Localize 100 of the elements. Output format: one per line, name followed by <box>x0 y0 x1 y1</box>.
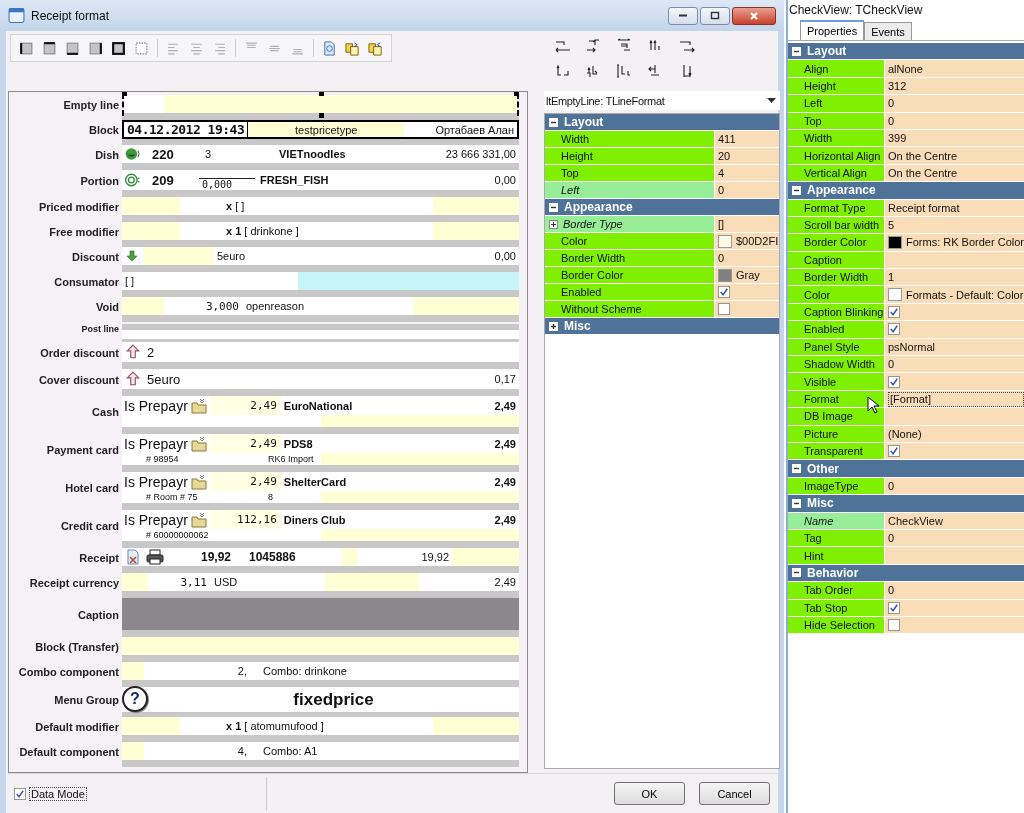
checkbox[interactable] <box>888 323 900 336</box>
property-name: Width <box>803 132 833 145</box>
inspector-tab[interactable]: Events <box>864 22 912 40</box>
line-label: Receipt currency <box>28 576 119 591</box>
section-header[interactable]: Layout <box>788 43 1024 61</box>
property-value-cell[interactable] <box>885 373 1024 390</box>
maximize-button[interactable] <box>700 6 730 25</box>
property-value-cell[interactable]: Forms: RK Border Color <box>885 234 1024 251</box>
object-dropdown[interactable]: ltEmptyLine: TLineFormat <box>544 91 780 110</box>
border-style-icon[interactable] <box>86 40 105 56</box>
window-icon <box>8 7 25 24</box>
paste-icon[interactable] <box>366 40 385 56</box>
property-value-cell[interactable] <box>715 284 779 300</box>
property-name: Hide Selection <box>803 619 875 632</box>
inspector-tab[interactable]: Properties <box>800 20 865 40</box>
property-value: $00D2FI <box>736 235 779 247</box>
property-value: 399 <box>888 132 907 145</box>
section-header[interactable]: Appearance <box>545 199 779 216</box>
property-value-cell[interactable]: 0 <box>715 250 779 266</box>
section-header[interactable]: Layout <box>545 114 779 131</box>
checkbox[interactable] <box>888 619 900 632</box>
expand-icon <box>549 321 558 331</box>
property-value-cell[interactable]: $00D2FI <box>715 233 779 249</box>
property-value-cell[interactable]: 20 <box>715 148 779 164</box>
property-name: Tab Order <box>803 584 853 597</box>
property-name: DB Image <box>803 410 853 423</box>
property-name: Vertical Align <box>803 166 867 179</box>
border-style-icon[interactable] <box>109 40 128 56</box>
checkbox[interactable] <box>888 601 900 614</box>
item-name: VIETnoodles <box>278 147 347 162</box>
property-value-cell[interactable]: 411 <box>715 131 779 147</box>
dialog-button[interactable]: Cancel <box>699 782 770 805</box>
line-sum: 0,17 <box>493 372 517 387</box>
property-value-cell[interactable]: On the Centre <box>885 147 1024 164</box>
payment-amount: 2,49 <box>209 434 281 453</box>
property-value: psNormal <box>888 340 936 353</box>
line-sum: 0,00 <box>493 173 517 188</box>
property-name: Align <box>803 62 829 75</box>
checkbox[interactable] <box>888 445 900 458</box>
property-value: On the Centre <box>888 166 958 179</box>
prepay-label: Is Prepayr <box>123 434 188 453</box>
border-style-icon[interactable] <box>63 40 82 56</box>
property-value-cell[interactable]: [] <box>715 216 779 232</box>
property-value-cell[interactable] <box>885 321 1024 338</box>
prepay-label: Is Prepayr <box>123 472 188 491</box>
border-style-icon[interactable] <box>40 40 59 56</box>
paste-icon[interactable] <box>343 40 362 56</box>
property-value: (None) <box>888 427 922 440</box>
checkbox[interactable] <box>888 375 900 388</box>
property-value-cell[interactable]: 1 <box>885 269 1024 286</box>
checkbox[interactable] <box>718 286 730 298</box>
line-label: Discount <box>70 250 119 265</box>
currency-code: USD <box>213 575 239 590</box>
property-value-cell[interactable] <box>885 408 1024 425</box>
payment-note: RK6 Import <box>268 454 314 464</box>
line-label: Cover discount <box>37 373 119 388</box>
property-value-cell[interactable]: 0 <box>885 582 1024 599</box>
modifier-quantity: x <box>226 200 233 212</box>
property-value-cell[interactable]: alNone <box>885 60 1024 77</box>
prepay-label: Is Prepayr <box>123 510 188 529</box>
currency-amount: 3,11 <box>179 574 208 591</box>
property-name: Tag <box>803 532 822 545</box>
collapse-icon <box>792 464 801 474</box>
property-name: Format <box>803 393 839 405</box>
discount-name: 5euro <box>216 249 247 264</box>
line-sum: 0,00 <box>493 249 517 264</box>
checkbox[interactable] <box>888 306 900 319</box>
section-header[interactable]: Appearance <box>788 182 1024 200</box>
property-value-cell[interactable]: 0 <box>885 356 1024 373</box>
section-header[interactable]: Misc <box>545 318 779 335</box>
close-button[interactable] <box>732 6 776 25</box>
discount-name: 5euro <box>146 370 182 389</box>
checkbox[interactable] <box>14 787 26 800</box>
property-value: 0 <box>888 532 895 545</box>
property-value-cell[interactable] <box>715 301 779 317</box>
property-value-cell[interactable]: Gray <box>715 267 779 283</box>
property-name: Format Type <box>803 201 866 214</box>
border-style-icon[interactable] <box>17 40 36 56</box>
card-number: # 60000000062 <box>145 530 210 540</box>
property-name: Caption <box>803 253 842 266</box>
checkbox[interactable] <box>718 303 730 315</box>
payment-total: 2,49 <box>493 436 517 452</box>
section-header[interactable]: Misc <box>788 495 1024 513</box>
property-value-cell[interactable]: 0 <box>885 95 1024 112</box>
property-name: Color <box>803 288 831 301</box>
component-name: Combo: A1 <box>262 744 319 759</box>
property-name: Horizontal Align <box>803 149 881 162</box>
inspector-title: CheckView: TCheckView <box>788 1 924 19</box>
data-mode-checkbox[interactable]: Data Mode <box>14 786 266 801</box>
property-value-cell[interactable]: 0 <box>715 182 779 198</box>
component-number: 2, <box>236 664 248 679</box>
dialog-button[interactable]: OK <box>614 782 685 805</box>
item-code: 220 <box>151 145 175 163</box>
section-header[interactable]: Other <box>788 460 1024 478</box>
property-value-cell[interactable]: 4 <box>715 165 779 181</box>
expand-icon[interactable] <box>549 219 558 229</box>
property-value: CheckView <box>888 514 943 527</box>
currency-name: EuroNational <box>282 398 354 414</box>
property-value-cell[interactable] <box>885 547 1024 564</box>
property-value-cell[interactable]: Formats - Default: Color <box>885 286 1024 303</box>
